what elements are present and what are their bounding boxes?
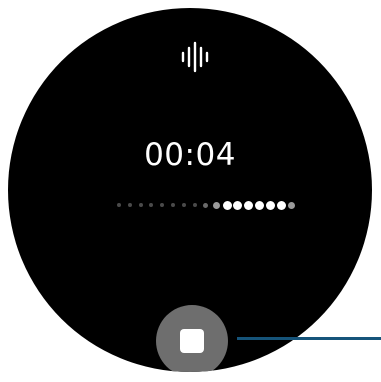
callout-line xyxy=(237,337,381,340)
stop-recording-button[interactable] xyxy=(156,305,228,372)
level-dot xyxy=(181,203,186,207)
level-dot xyxy=(160,203,165,207)
audio-level-meter xyxy=(113,199,296,211)
level-dot xyxy=(222,200,232,210)
level-dot xyxy=(212,201,220,209)
level-dot xyxy=(171,203,175,207)
level-dot xyxy=(202,202,208,208)
level-dot xyxy=(265,200,275,210)
level-dot xyxy=(138,203,143,207)
stop-icon xyxy=(180,329,204,353)
level-dot xyxy=(276,200,286,210)
level-dot xyxy=(244,200,254,210)
watch-face: 00:04 xyxy=(8,8,372,372)
level-dot xyxy=(288,201,296,209)
level-dot xyxy=(127,203,132,207)
level-dot xyxy=(233,200,243,210)
level-dot xyxy=(254,200,264,210)
elapsed-time: 00:04 xyxy=(144,137,236,173)
screen: 00:04 xyxy=(0,0,381,382)
level-dot xyxy=(149,203,154,207)
voice-waveform-icon xyxy=(181,41,209,73)
level-dot xyxy=(117,203,121,207)
level-dot xyxy=(192,203,197,207)
